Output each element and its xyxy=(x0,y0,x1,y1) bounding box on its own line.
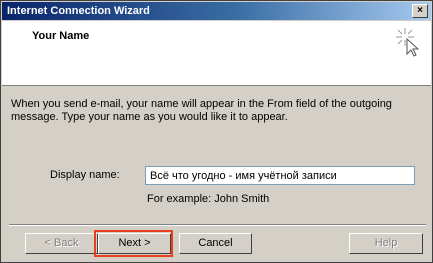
next-button[interactable]: Next > xyxy=(98,233,171,254)
example-text: For example: John Smith xyxy=(147,193,270,205)
window-title: Internet Connection Wizard xyxy=(7,5,150,17)
wizard-header: Your Name xyxy=(2,21,431,86)
cancel-button[interactable]: Cancel xyxy=(179,233,252,254)
help-button[interactable]: Help xyxy=(349,233,423,254)
close-icon: × xyxy=(417,5,423,16)
page-heading: Your Name xyxy=(32,30,90,42)
button-divider xyxy=(9,224,426,226)
back-button[interactable]: < Back xyxy=(25,233,98,254)
wizard-sparkle-cursor-icon xyxy=(396,28,420,57)
wizard-window: Internet Connection Wizard × Your Name W… xyxy=(0,0,433,263)
display-name-input[interactable] xyxy=(145,166,415,185)
title-bar[interactable]: Internet Connection Wizard × xyxy=(2,2,431,20)
display-name-label: Display name: xyxy=(50,169,120,181)
description-text: When you send e-mail, your name will app… xyxy=(11,98,392,123)
close-button[interactable]: × xyxy=(412,4,428,18)
